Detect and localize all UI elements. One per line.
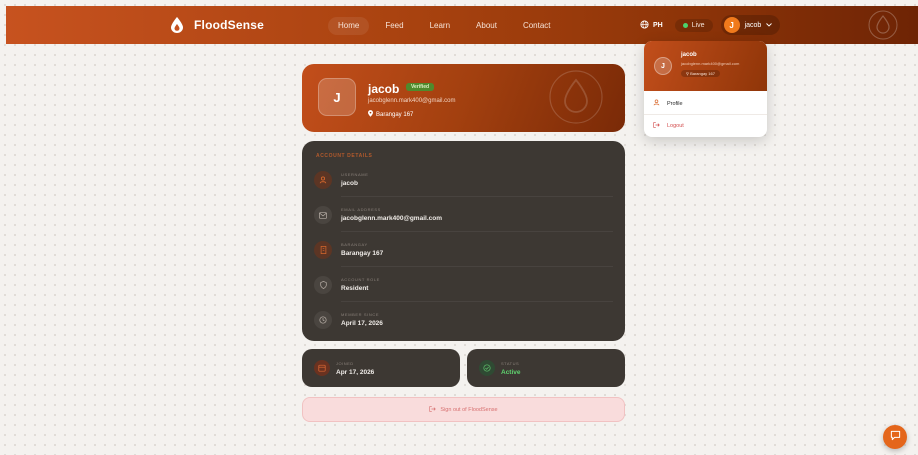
check-circle-icon <box>479 360 495 376</box>
avatar: J <box>654 57 672 75</box>
language-button[interactable]: PH <box>636 17 667 34</box>
dropdown-logout-label: Logout <box>667 123 684 129</box>
user-name: jacob <box>744 21 762 29</box>
user-icon <box>314 171 332 189</box>
detail-row-member-since: MEMBER SINCE April 17, 2026 <box>314 303 613 337</box>
map-pin-icon: ⚲ <box>686 71 689 76</box>
row-value: jacobglenn.mark400@gmail.com <box>341 215 442 222</box>
row-label: ACCOUNT ROLE <box>341 277 380 282</box>
status-value: Active <box>501 369 521 376</box>
avatar: J <box>723 17 740 33</box>
row-divider <box>341 196 613 197</box>
globe-icon <box>640 19 649 31</box>
nav-link-contact[interactable]: Contact <box>513 17 561 35</box>
profile-name: jacob <box>368 82 400 96</box>
mail-icon <box>314 206 332 224</box>
dropdown-profile-label: Profile <box>667 100 683 107</box>
detail-row-username: USERNAME jacob <box>314 163 613 197</box>
nav-right: PH Live J jacob <box>636 15 781 35</box>
dropdown-location-text: Barangay 167 <box>690 71 715 76</box>
water-drop-decoration-icon <box>868 10 898 40</box>
profile-email: jacobglenn.mark400@gmail.com <box>368 98 456 104</box>
nav-link-feed[interactable]: Feed <box>375 17 413 35</box>
sign-out-button[interactable]: Sign out of FloodSense <box>302 397 625 422</box>
nav-links: Home Feed Learn About Contact <box>328 17 561 35</box>
clock-icon <box>314 311 332 329</box>
row-label: BARANGAY <box>341 242 368 247</box>
nav-link-learn[interactable]: Learn <box>420 17 460 35</box>
dropdown-user-name: jacob <box>681 52 697 58</box>
row-label: MEMBER SINCE <box>341 312 380 317</box>
status-card: STATUS Active <box>467 349 625 387</box>
user-menu-button[interactable]: J jacob <box>720 15 781 35</box>
row-label: EMAIL ADDRESS <box>341 207 381 212</box>
detail-row-barangay: BARANGAY Barangay 167 <box>314 233 613 267</box>
joined-card: JOINED Apr 17, 2026 <box>302 349 460 387</box>
nav-link-home[interactable]: Home <box>328 17 370 35</box>
dropdown-user-email: jacobglenn.mark400@gmail.com <box>681 61 740 66</box>
shield-icon <box>314 276 332 294</box>
joined-label: JOINED <box>336 361 354 366</box>
sign-out-label: Sign out of FloodSense <box>440 406 498 413</box>
verified-badge: Verified <box>406 83 435 91</box>
profile-location: Barangay 167 <box>368 110 413 119</box>
user-dropdown-menu: J jacob jacobglenn.mark400@gmail.com ⚲ B… <box>644 41 767 137</box>
building-icon <box>314 241 332 259</box>
live-dot-icon <box>682 22 688 28</box>
row-divider <box>341 231 613 232</box>
map-pin-icon <box>368 110 373 119</box>
chevron-down-icon <box>766 22 773 29</box>
row-value: April 17, 2026 <box>341 320 383 327</box>
water-drop-logo-icon <box>170 16 184 34</box>
joined-value: Apr 17, 2026 <box>336 369 375 376</box>
logout-icon <box>429 405 437 414</box>
live-label: Live <box>691 21 705 29</box>
row-value: Barangay 167 <box>341 250 384 257</box>
calendar-icon <box>314 360 330 376</box>
dropdown-item-logout[interactable]: Logout <box>644 115 767 137</box>
user-icon <box>653 99 660 108</box>
row-value: jacob <box>341 180 358 187</box>
dropdown-header: J jacob jacobglenn.mark400@gmail.com ⚲ B… <box>644 41 767 91</box>
profile-header-card: J jacob Verified jacobglenn.mark400@gmai… <box>302 64 625 132</box>
chat-button[interactable] <box>883 425 907 449</box>
account-details-card: ACCOUNT DETAILS USERNAME jacob EMAIL ADD… <box>302 141 625 341</box>
status-label: STATUS <box>501 361 520 366</box>
logout-icon <box>653 122 660 130</box>
water-drop-decoration-icon <box>549 70 603 124</box>
row-value: Resident <box>341 285 369 292</box>
row-divider <box>341 266 613 267</box>
row-divider <box>341 301 613 302</box>
profile-avatar: J <box>318 78 356 116</box>
brand[interactable]: FloodSense <box>170 6 264 44</box>
dropdown-item-profile[interactable]: Profile <box>644 93 767 115</box>
profile-location-text: Barangay 167 <box>376 111 414 118</box>
detail-row-email: EMAIL ADDRESS jacobglenn.mark400@gmail.c… <box>314 198 613 232</box>
chat-icon <box>890 428 901 446</box>
live-status-pill[interactable]: Live <box>674 18 713 32</box>
nav-link-about[interactable]: About <box>466 17 507 35</box>
row-label: USERNAME <box>341 172 369 177</box>
account-details-heading: ACCOUNT DETAILS <box>316 153 373 159</box>
dropdown-location-badge: ⚲ Barangay 167 <box>681 70 720 77</box>
detail-row-role: ACCOUNT ROLE Resident <box>314 268 613 302</box>
brand-name: FloodSense <box>194 18 265 32</box>
language-label: PH <box>653 21 663 29</box>
top-navbar: FloodSense Home Feed Learn About Contact… <box>6 6 918 44</box>
